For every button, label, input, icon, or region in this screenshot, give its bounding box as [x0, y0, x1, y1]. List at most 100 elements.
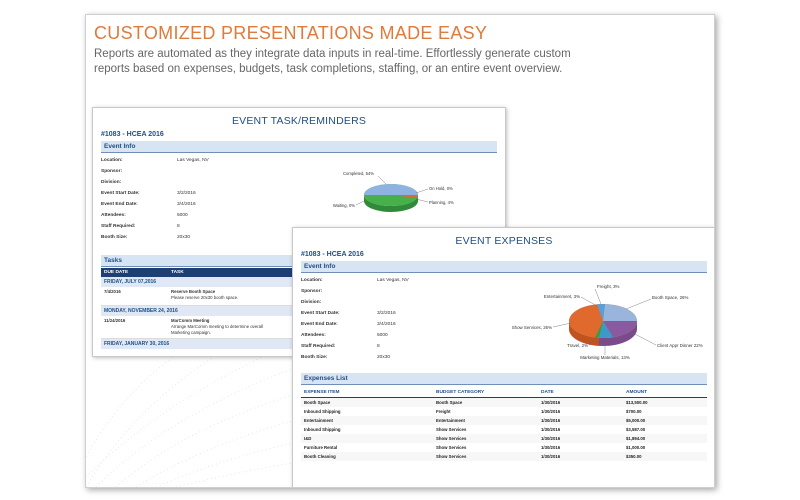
cell-category: Booth Space: [436, 400, 463, 405]
info-label: Event End Date:: [101, 202, 138, 207]
cell-item: Inbound Shipping: [304, 409, 341, 414]
cell-date: 1/30/2016: [541, 454, 561, 459]
cell-date: 1/30/2016: [541, 409, 561, 414]
info-value: 8: [177, 224, 180, 229]
col-due-date: DUE DATE: [104, 270, 129, 275]
task-description: Marketing campaign.: [171, 330, 211, 335]
table-row: Inbound Shipping Freight 1/30/2016 $700.00: [301, 407, 707, 416]
cell-item: Entertainment: [304, 418, 333, 423]
pie-label-on-hold: On Hold, 0%: [429, 186, 453, 191]
expense-report-event-id: #1083 - HCEA 2016: [301, 251, 364, 258]
cell-category: Show Services: [436, 436, 467, 441]
info-value: Las Vegas, NV: [377, 278, 409, 283]
cell-amount: $350.00: [626, 454, 642, 459]
pie-3d: [569, 303, 638, 346]
info-label: Event End Date:: [301, 322, 338, 327]
expenses-table-header: EXPENSE ITEM BUDGET CATEGORY DATE AMOUNT: [301, 388, 707, 398]
cell-date: 1/30/2016: [541, 436, 561, 441]
info-label: Staff Required:: [301, 344, 336, 349]
cell-item: Furniture Rental: [304, 445, 338, 450]
cell-amount: $1,894.00: [626, 436, 646, 441]
cell-date: 1/30/2016: [541, 400, 561, 405]
expense-report-event-info-header: Event Info: [301, 261, 707, 273]
cell-item: Booth Cleaning: [304, 454, 336, 459]
col-budget-category: BUDGET CATEGORY: [436, 390, 485, 395]
info-label: Sponsor:: [301, 289, 323, 294]
cell-date: 1/30/2016: [541, 445, 561, 450]
table-row: Inbound Shipping Show Services 1/30/2016 $3…: [301, 425, 707, 434]
table-row: Booth Cleaning Show Services 1/30/2016 $350…: [301, 452, 707, 461]
task-report-event-info-header: Event Info: [101, 141, 497, 153]
info-label: Attendees:: [101, 213, 126, 218]
cell-amount: $3,587.00: [626, 427, 646, 432]
pie-label-freight: Freight, 3%: [597, 284, 620, 289]
pie-label-planning: Planning, 4%: [429, 200, 454, 205]
pie-label-show-services: Show Services, 26%: [512, 325, 552, 330]
info-value: 3/4/2016: [177, 202, 196, 207]
task-description: Arrange MarComm meeting to determine ove…: [171, 324, 263, 329]
cell-amount: $1,000.00: [626, 445, 646, 450]
info-value: 8: [377, 344, 380, 349]
info-label: Location:: [301, 278, 323, 283]
cell-category: Show Services: [436, 445, 467, 450]
cell-amount: $13,500.00: [626, 400, 648, 405]
info-label: Booth Size:: [301, 355, 328, 360]
info-value: Las Vegas, NV: [177, 158, 209, 163]
pie-label-completed: Completed, 54%: [343, 171, 374, 176]
subtext-line-1: Reports are automated as they integrate …: [94, 48, 571, 60]
col-amount: AMOUNT: [626, 390, 648, 395]
info-label: Attendees:: [301, 333, 326, 338]
expenses-table-body: Booth Space Booth Space 1/30/2016 $13,500.0…: [293, 398, 714, 461]
col-task: TASK: [171, 270, 184, 275]
info-label: Division:: [301, 300, 322, 305]
info-label: Event Start Date:: [301, 311, 340, 316]
slide: CUSTOMIZED PRESENTATIONS MADE EASY Repor…: [85, 14, 715, 488]
cell-category: Show Services: [436, 427, 467, 432]
task-date: 7/4/2016: [104, 289, 121, 294]
info-label: Event Start Date:: [101, 191, 140, 196]
info-value: 20x30: [377, 355, 391, 360]
info-value: 5000: [177, 213, 188, 218]
pie-label-marketing: Marketing Materials, 13%: [580, 355, 630, 360]
task-report-event-id: #1083 - HCEA 2016: [101, 131, 164, 138]
expense-report-title: EVENT EXPENSES: [455, 235, 553, 247]
info-value: 3/2/2016: [177, 191, 196, 196]
pie-label-entertainment: Entertainment, 3%: [544, 294, 580, 299]
cell-category: Show Services: [436, 454, 467, 459]
task-date: 11/24/2016: [104, 318, 126, 323]
pie-label-client-dinner: Client Appr Dinner 22%: [657, 343, 703, 348]
expense-report-event-info: Location: Las Vegas, NV Sponsor: Division…: [301, 275, 707, 363]
pie-3d: [364, 184, 418, 212]
task-report-title: EVENT TASK/REMINDERS: [231, 115, 367, 127]
pie-label-waiting: Waiting, 0%: [333, 203, 355, 208]
info-label: Location:: [101, 158, 123, 163]
cell-date: 1/30/2016: [541, 418, 561, 423]
info-label: Booth Size:: [101, 235, 128, 240]
cell-date: 1/30/2016: [541, 427, 561, 432]
task-description: Please reserve 20x30 booth space.: [171, 295, 239, 300]
info-value: 3/4/2016: [377, 322, 396, 327]
table-row: Booth Space Booth Space 1/30/2016 $13,500.0…: [301, 398, 707, 407]
subtext-line-2: reports based on expenses, budgets, task…: [94, 63, 563, 75]
table-row: Furniture Rental Show Services 1/30/2016 $1…: [301, 443, 707, 452]
cell-item: Booth Space: [304, 400, 331, 405]
table-row: I&D Show Services 1/30/2016 $1,894.00: [301, 434, 707, 443]
task-status-pie-chart: Completed, 54% On Hold, 0% Planning, 4% …: [333, 171, 454, 212]
task-name: Reserve Booth Space: [171, 289, 216, 294]
col-date: DATE: [541, 390, 554, 395]
slide-subtext: Reports are automated as they integrate …: [94, 47, 571, 77]
info-value: 3/2/2016: [377, 311, 396, 316]
table-row: Entertainment Entertainment 1/30/2016 $5,00…: [301, 416, 707, 425]
cell-amount: $5,000.00: [626, 418, 646, 423]
pie-label-booth-space: Booth Space, 26%: [652, 295, 688, 300]
cell-item: I&D: [304, 436, 312, 441]
task-name: MarComm Meeting: [171, 318, 210, 323]
info-value: 5000: [377, 333, 388, 338]
col-expense-item: EXPENSE ITEM: [304, 390, 340, 395]
info-value: 20x30: [177, 235, 191, 240]
pie-label-travel: Travel, 2%: [567, 343, 588, 348]
info-label: Sponsor:: [101, 169, 123, 174]
slide-headline: CUSTOMIZED PRESENTATIONS MADE EASY: [94, 23, 488, 43]
info-label: Division:: [101, 180, 122, 185]
cell-amount: $700.00: [626, 409, 642, 414]
